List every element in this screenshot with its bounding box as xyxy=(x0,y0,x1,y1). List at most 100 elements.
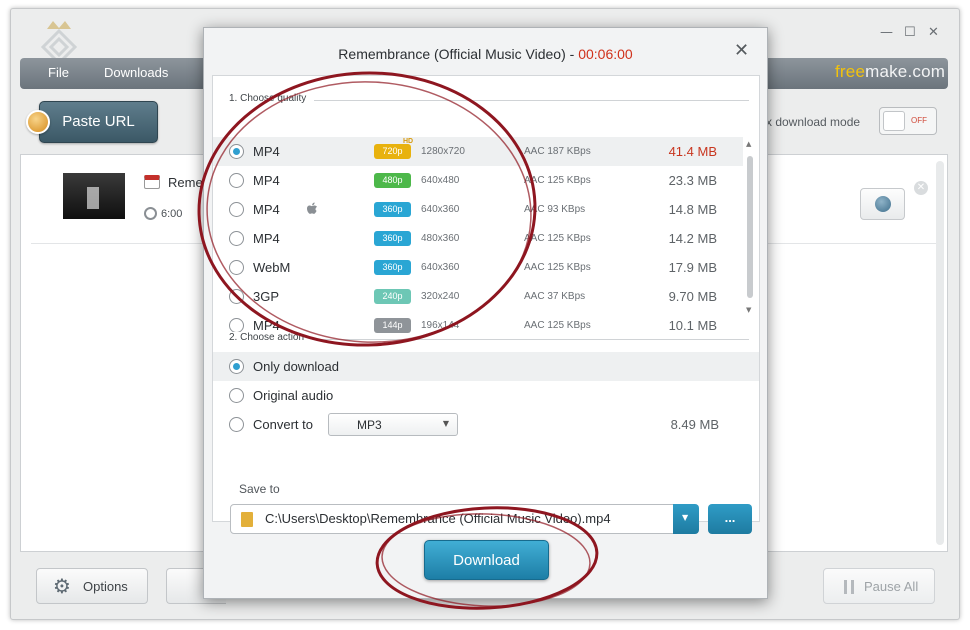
quality-audio: AAC 187 KBps xyxy=(524,146,591,157)
quality-format: MP4 xyxy=(253,173,280,188)
quality-badge: 360p xyxy=(374,231,411,246)
window-close-button[interactable]: ✕ xyxy=(928,25,939,40)
open-web-button[interactable] xyxy=(860,188,905,220)
quality-radio[interactable] xyxy=(229,318,244,333)
save-path-field[interactable]: C:\Users\Desktop\Remembrance (Official M… xyxy=(230,504,692,534)
quality-format: 3GP xyxy=(253,289,280,304)
list-scrollbar[interactable] xyxy=(936,161,944,545)
quality-size: 41.4 MB xyxy=(668,144,717,159)
action-original-audio[interactable]: Original audio xyxy=(213,381,759,410)
quality-row[interactable]: 3GP 240p 320x240 AAC 37 KBps 9.70 MB xyxy=(213,282,743,311)
quality-badge: 360p xyxy=(374,260,411,275)
gear-icon: ⚙ xyxy=(53,574,71,598)
quality-badge: 360p xyxy=(374,202,411,217)
convert-format-value: MP3 xyxy=(357,418,382,432)
quality-audio: AAC 125 KBps xyxy=(524,320,591,331)
convert-format-select[interactable]: MP3 ▼ xyxy=(328,413,458,436)
quality-row[interactable]: MP4 720p HD 1280x720 AAC 187 KBps 41.4 MB xyxy=(213,137,743,166)
quality-resolution: 640x480 xyxy=(421,175,460,186)
choose-action-heading: 2. Choose action xyxy=(229,332,313,343)
dialog-content: 1. Choose quality MP4 720p HD 1280x720 AAC 1… xyxy=(212,75,760,534)
action-convert-to[interactable]: Convert to MP3 ▼ 8.49 MB xyxy=(213,410,759,439)
pause-all-button[interactable]: Pause All xyxy=(823,568,935,604)
quality-audio: AAC 125 KBps xyxy=(524,233,591,244)
chevron-down-icon: ▼ xyxy=(442,419,449,428)
quality-size: 9.70 MB xyxy=(668,289,717,304)
item-duration: 6:00 xyxy=(161,208,183,220)
action-only-download[interactable]: Only download xyxy=(213,352,759,381)
radio-convert-to[interactable] xyxy=(229,417,244,432)
download-label: Download xyxy=(453,552,520,569)
quality-row[interactable]: MP4 360p 640x360 AAC 93 KBps 14.8 MB xyxy=(213,195,743,224)
quality-resolution: 640x360 xyxy=(421,262,460,273)
dialog-close-button[interactable]: ✕ xyxy=(734,42,749,60)
scroll-down-icon[interactable]: ▼ xyxy=(746,306,751,314)
minimize-button[interactable]: — xyxy=(880,25,893,40)
quality-radio[interactable] xyxy=(229,231,244,246)
quality-resolution: 1280x720 xyxy=(421,146,465,157)
youtube-icon xyxy=(144,175,160,189)
pause-icon xyxy=(844,580,854,594)
menu-file[interactable]: File xyxy=(48,65,69,80)
action-label: Only download xyxy=(253,359,339,374)
quality-audio: AAC 93 KBps xyxy=(524,204,586,215)
action-label: Original audio xyxy=(253,388,334,403)
quality-radio[interactable] xyxy=(229,202,244,217)
quality-radio[interactable] xyxy=(229,144,244,159)
quality-row[interactable]: MP4 480p 640x480 AAC 125 KBps 23.3 MB xyxy=(213,166,743,195)
download-dialog: Remembrance (Official Music Video) - 00:… xyxy=(203,27,768,599)
quality-radio[interactable] xyxy=(229,260,244,275)
quality-size: 10.1 MB xyxy=(668,318,717,333)
scroll-thumb[interactable] xyxy=(747,156,753,298)
quality-size: 14.8 MB xyxy=(668,202,717,217)
quality-format: MP4 xyxy=(253,318,280,333)
scroll-up-icon[interactable]: ▲ xyxy=(746,140,751,148)
quality-row[interactable]: WebM 360p 640x360 AAC 125 KBps 17.9 MB xyxy=(213,253,743,282)
quality-audio: AAC 37 KBps xyxy=(524,291,586,302)
save-path-value: C:\Users\Desktop\Remembrance (Official M… xyxy=(265,511,611,526)
quality-radio[interactable] xyxy=(229,289,244,304)
download-button[interactable]: Download xyxy=(424,540,549,580)
quality-radio[interactable] xyxy=(229,173,244,188)
quality-resolution: 480x360 xyxy=(421,233,460,244)
apple-icon xyxy=(307,202,317,214)
browse-label: ... xyxy=(724,510,736,525)
options-button[interactable]: ⚙ Options xyxy=(36,568,148,604)
quality-size: 17.9 MB xyxy=(668,260,717,275)
video-duration: 00:06:00 xyxy=(578,46,633,62)
paste-url-label: Paste URL xyxy=(62,113,135,130)
video-thumbnail xyxy=(63,173,125,219)
quality-audio: AAC 125 KBps xyxy=(524,175,591,186)
maximize-button[interactable]: ☐ xyxy=(904,25,916,40)
pause-all-label: Pause All xyxy=(864,579,919,594)
save-path-dropdown-button[interactable]: ▼ xyxy=(673,504,699,534)
toggle-state: OFF xyxy=(911,116,927,125)
quality-format: WebM xyxy=(253,260,291,275)
radio-only-download[interactable] xyxy=(229,359,244,374)
quality-badge: 144p xyxy=(374,318,411,333)
quality-scrollbar[interactable]: ▲ ▼ xyxy=(745,140,755,338)
action-label: Convert to xyxy=(253,417,313,432)
quality-format: MP4 xyxy=(253,202,280,217)
clock-icon xyxy=(144,207,157,220)
quality-badge: 720p xyxy=(374,144,411,159)
quality-row[interactable]: MP4 360p 480x360 AAC 125 KBps 14.2 MB xyxy=(213,224,743,253)
remove-item-icon[interactable]: ✕ xyxy=(914,181,928,195)
quality-resolution: 640x360 xyxy=(421,204,460,215)
dialog-title: Remembrance (Official Music Video) - 00:… xyxy=(338,46,633,62)
chevron-down-icon: ▼ xyxy=(682,513,689,522)
quality-badge: 240p xyxy=(374,289,411,304)
paste-url-button[interactable]: Paste URL xyxy=(26,101,158,143)
browse-button[interactable]: ... xyxy=(708,504,752,534)
download-mode-toggle[interactable]: OFF xyxy=(879,107,937,135)
hd-badge: HD xyxy=(403,138,414,145)
quality-size: 14.2 MB xyxy=(668,231,717,246)
menu-downloads[interactable]: Downloads xyxy=(104,65,168,80)
choose-quality-heading: 1. Choose quality xyxy=(229,93,315,104)
item-title: Reme xyxy=(168,175,203,190)
globe-icon xyxy=(875,196,891,212)
radio-original-audio[interactable] xyxy=(229,388,244,403)
quality-audio: AAC 125 KBps xyxy=(524,262,591,273)
quality-size: 23.3 MB xyxy=(668,173,717,188)
download-mode-label: x download mode xyxy=(766,115,861,129)
